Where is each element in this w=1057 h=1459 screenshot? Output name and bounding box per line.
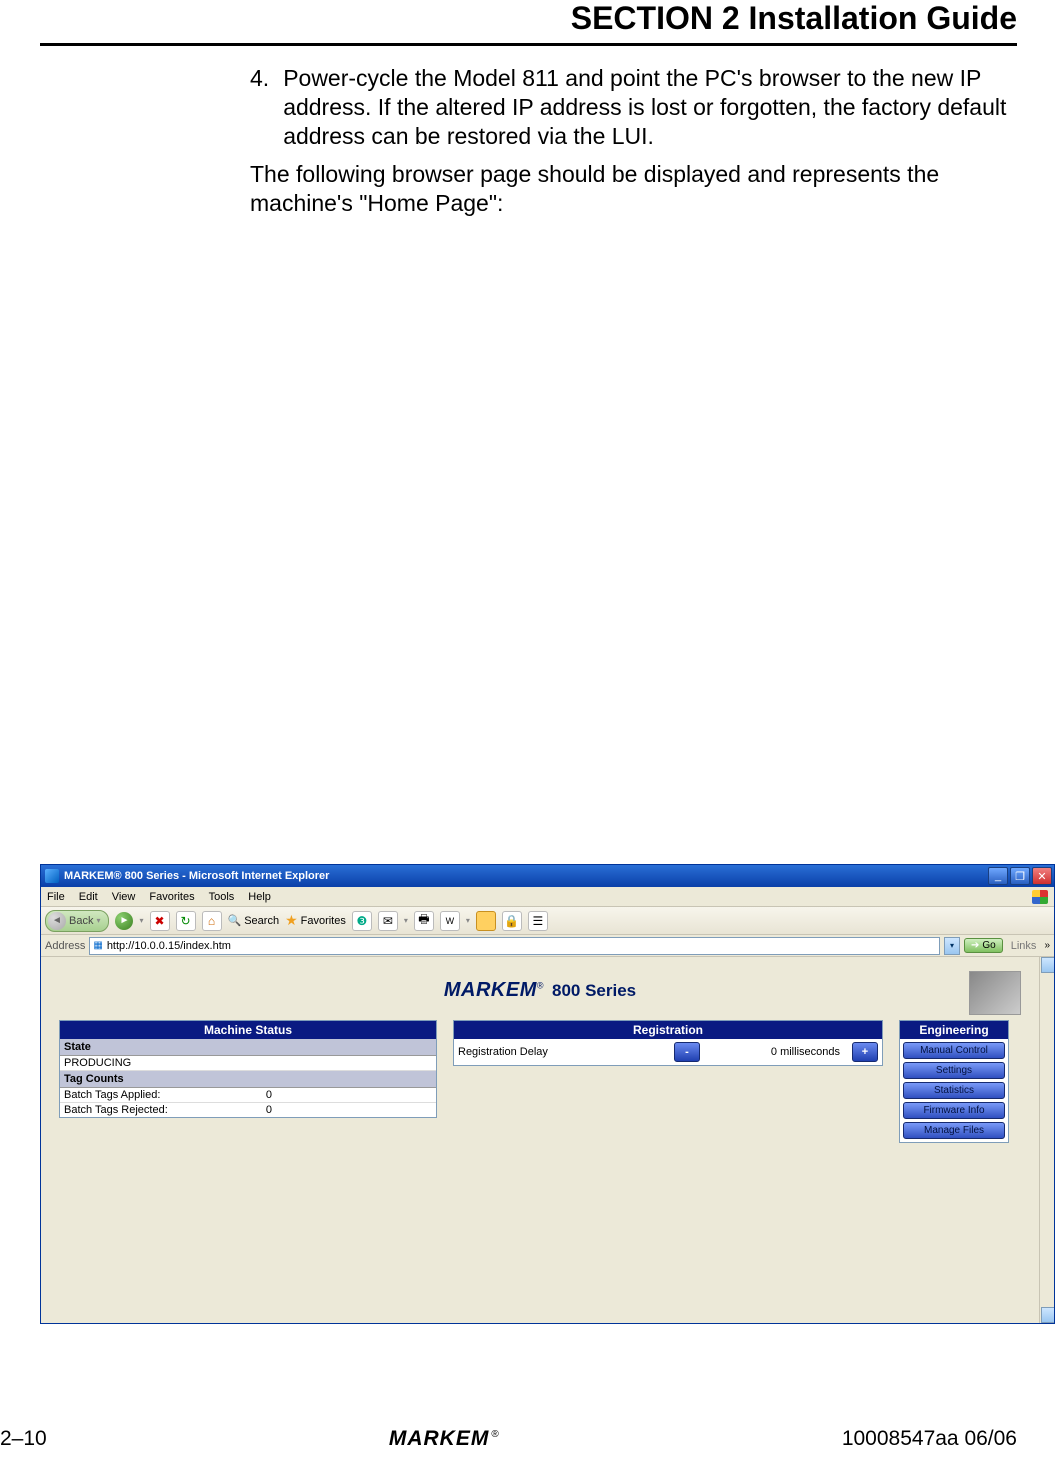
- stop-icon[interactable]: ✖: [150, 911, 170, 931]
- forward-button[interactable]: ►: [115, 912, 133, 930]
- page-footer: 2–10 MARKEM® 10008547aa 06/06: [0, 1427, 1017, 1451]
- page-number: 2–10: [0, 1427, 47, 1451]
- section-title: SECTION 2 Installation Guide: [0, 0, 1057, 43]
- back-button[interactable]: ◄ Back ▾: [45, 910, 109, 932]
- list-item: 4. Power-cycle the Model 811 and point t…: [250, 64, 1017, 150]
- star-icon: ★: [285, 912, 298, 929]
- markem-logo: MARKEM®: [444, 979, 544, 1002]
- decrement-button[interactable]: -: [674, 1042, 700, 1062]
- mail-icon[interactable]: ✉: [378, 911, 398, 931]
- menu-tools[interactable]: Tools: [209, 891, 235, 903]
- menu-file[interactable]: File: [47, 891, 65, 903]
- tool-icon-1[interactable]: 🔒: [502, 911, 522, 931]
- minimize-button[interactable]: _: [988, 867, 1008, 885]
- state-header: State: [60, 1039, 436, 1056]
- registration-delay-label: Registration Delay: [458, 1046, 668, 1058]
- menu-view[interactable]: View: [112, 891, 136, 903]
- page-content: MARKEM® 800 Series Machine Status State …: [41, 957, 1039, 1323]
- maximize-button[interactable]: ❐: [1010, 867, 1030, 885]
- browser-window: MARKEM® 800 Series - Microsoft Internet …: [40, 864, 1055, 1324]
- search-label: Search: [244, 915, 279, 927]
- series-text: 800 Series: [552, 981, 636, 1001]
- panel-title-registration: Registration: [454, 1021, 882, 1039]
- paragraph: The following browser page should be dis…: [250, 160, 1017, 218]
- addressbar: Address ▦ http://10.0.0.15/index.htm ▾ ➔…: [41, 935, 1054, 957]
- engineering-panel: Engineering Manual Control Settings Stat…: [899, 1020, 1009, 1143]
- row-label: Batch Tags Applied:: [64, 1089, 160, 1101]
- state-value: PRODUCING: [60, 1056, 436, 1071]
- registration-panel: Registration Registration Delay - 0 mill…: [453, 1020, 883, 1066]
- manual-control-button[interactable]: Manual Control: [903, 1042, 1005, 1059]
- row-value: 0: [266, 1089, 432, 1101]
- address-input[interactable]: ▦ http://10.0.0.15/index.htm: [89, 937, 940, 955]
- search-icon: 🔍: [228, 914, 242, 927]
- increment-button[interactable]: +: [852, 1042, 878, 1062]
- links-label[interactable]: Links: [1007, 940, 1041, 952]
- go-label: Go: [982, 940, 995, 951]
- back-label: Back: [69, 915, 93, 927]
- settings-button[interactable]: Settings: [903, 1062, 1005, 1079]
- close-button[interactable]: ✕: [1032, 867, 1052, 885]
- menu-edit[interactable]: Edit: [79, 891, 98, 903]
- list-number: 4.: [250, 64, 269, 150]
- edit-icon[interactable]: W: [440, 911, 460, 931]
- statistics-button[interactable]: Statistics: [903, 1082, 1005, 1099]
- panel-title-status: Machine Status: [60, 1021, 436, 1039]
- favorites-label: Favorites: [301, 915, 346, 927]
- titlebar: MARKEM® 800 Series - Microsoft Internet …: [41, 865, 1054, 887]
- home-icon[interactable]: ⌂: [202, 911, 222, 931]
- address-label: Address: [45, 940, 85, 952]
- rule: [40, 43, 1017, 46]
- windows-flag-icon: [1032, 890, 1048, 904]
- menu-favorites[interactable]: Favorites: [149, 891, 194, 903]
- machine-status-panel: Machine Status State PRODUCING Tag Count…: [59, 1020, 437, 1118]
- back-arrow-icon: ◄: [48, 912, 66, 930]
- menubar: File Edit View Favorites Tools Help: [41, 887, 1054, 907]
- firmware-info-button[interactable]: Firmware Info: [903, 1102, 1005, 1119]
- print-icon[interactable]: 🖶: [414, 911, 434, 931]
- manage-files-button[interactable]: Manage Files: [903, 1122, 1005, 1139]
- row-label: Batch Tags Rejected:: [64, 1104, 168, 1116]
- ie-icon: [45, 869, 59, 883]
- address-dropdown[interactable]: ▾: [944, 937, 960, 955]
- url-text: http://10.0.0.15/index.htm: [107, 940, 231, 952]
- footer-logo: MARKEM®: [389, 1427, 500, 1451]
- row-value: 0: [266, 1104, 432, 1116]
- menu-help[interactable]: Help: [248, 891, 271, 903]
- list-text: Power-cycle the Model 811 and point the …: [283, 64, 1017, 150]
- tool-icon-2[interactable]: ☰: [528, 911, 548, 931]
- favorites-button[interactable]: ★ Favorites: [285, 912, 346, 929]
- doc-id: 10008547aa 06/06: [842, 1427, 1017, 1451]
- refresh-icon[interactable]: ↻: [176, 911, 196, 931]
- go-arrow-icon: ➔: [971, 940, 979, 951]
- go-button[interactable]: ➔ Go: [964, 938, 1003, 953]
- tag-counts-header: Tag Counts: [60, 1071, 436, 1088]
- search-button[interactable]: 🔍 Search: [228, 914, 280, 927]
- folder-icon[interactable]: [476, 911, 496, 931]
- table-row: Batch Tags Applied: 0: [60, 1088, 436, 1103]
- page-icon: ▦: [93, 940, 102, 951]
- panel-title-engineering: Engineering: [900, 1021, 1008, 1039]
- toolbar: ◄ Back ▾ ► ▾ ✖ ↻ ⌂ 🔍 Search ★ Favorites …: [41, 907, 1054, 935]
- window-title: MARKEM® 800 Series - Microsoft Internet …: [64, 870, 329, 882]
- history-icon[interactable]: ❸: [352, 911, 372, 931]
- vertical-scrollbar[interactable]: [1039, 957, 1054, 1323]
- table-row: Batch Tags Rejected: 0: [60, 1103, 436, 1117]
- chevron-icon[interactable]: »: [1044, 940, 1050, 951]
- registration-value: 0 milliseconds: [706, 1046, 846, 1058]
- printer-image: [969, 971, 1021, 1015]
- dropdown-icon: ▾: [139, 916, 143, 925]
